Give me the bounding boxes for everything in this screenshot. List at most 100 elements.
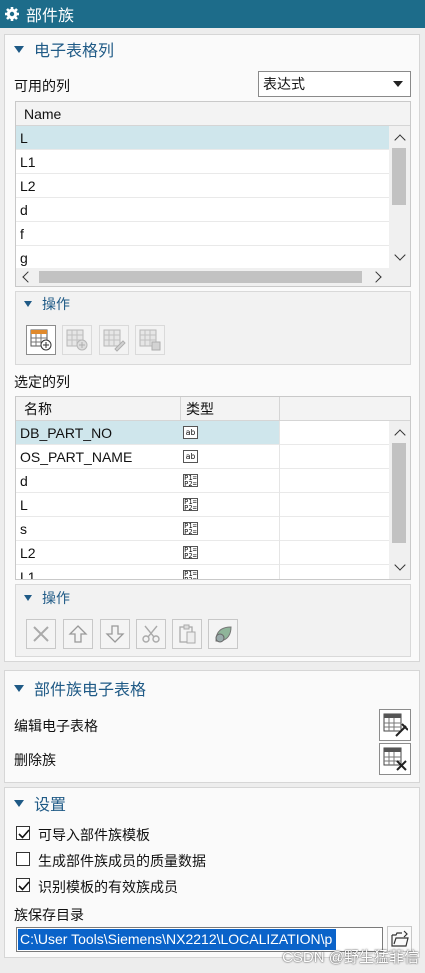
move-down-button[interactable] xyxy=(100,619,130,649)
list-item[interactable]: L xyxy=(16,126,389,150)
edit-spreadsheet-label: 编辑电子表格 xyxy=(14,718,98,734)
scroll-left-icon[interactable] xyxy=(22,271,34,283)
collapse-icon xyxy=(14,799,24,807)
column-header-name[interactable]: Name xyxy=(24,106,61,122)
section-title: 电子表格列 xyxy=(34,43,115,60)
expression-type-icon: P1= P2= xyxy=(183,498,198,511)
leaf-icon xyxy=(215,626,232,643)
table-edit-icon xyxy=(103,329,126,352)
edit-spreadsheet-button[interactable] xyxy=(379,709,411,741)
gear-icon[interactable] xyxy=(4,6,20,22)
scroll-up-icon[interactable] xyxy=(394,429,406,441)
list-item[interactable]: f xyxy=(16,222,389,246)
cell-name: d xyxy=(20,472,28,489)
move-up-button[interactable] xyxy=(63,619,93,649)
cut-button[interactable] xyxy=(136,619,166,649)
part-family-spreadsheet-header[interactable]: 部件族电子表格 xyxy=(14,677,146,699)
cell-divider xyxy=(279,493,280,517)
spreadsheet-edit-icon xyxy=(383,713,408,737)
list-item-label: L2 xyxy=(20,177,36,194)
dropdown-arrow-icon xyxy=(393,81,403,87)
arrow-up-icon xyxy=(68,625,88,643)
check-icon xyxy=(18,881,30,891)
list-item[interactable]: g xyxy=(16,246,389,270)
table-row[interactable]: L2 P1= P2= xyxy=(16,541,389,565)
import-template-label[interactable]: 可导入部件族模板 xyxy=(38,825,150,845)
section-title: 部件族电子表格 xyxy=(34,682,147,699)
scroll-thumb[interactable] xyxy=(392,443,406,543)
table-row[interactable]: L1 P1= P2= xyxy=(16,565,389,580)
cell-divider xyxy=(279,445,280,469)
cell-name: s xyxy=(20,520,27,537)
cell-name: L1 xyxy=(20,568,36,580)
add-column-button[interactable] xyxy=(26,325,56,355)
scroll-down-icon[interactable] xyxy=(394,249,406,261)
collapse-icon xyxy=(14,684,24,692)
horizontal-scrollbar[interactable] xyxy=(16,268,410,286)
expression-type-icon: P1= P2= xyxy=(183,546,198,559)
mass-data-checkbox[interactable] xyxy=(16,852,30,866)
settings-header[interactable]: 设置 xyxy=(14,792,66,814)
vertical-scrollbar[interactable] xyxy=(389,421,410,579)
table-row[interactable]: L P1= P2= xyxy=(16,493,389,517)
table-row[interactable]: d P1= P2= xyxy=(16,469,389,493)
list-item[interactable]: L2 xyxy=(16,174,389,198)
collapse-icon xyxy=(24,595,32,601)
grid-header: Name xyxy=(16,102,410,126)
list-item[interactable]: d xyxy=(16,198,389,222)
property-column-button[interactable] xyxy=(135,325,165,355)
refresh-button[interactable] xyxy=(208,619,238,649)
title-bar: 部件族 xyxy=(0,0,425,28)
scroll-thumb[interactable] xyxy=(392,148,406,205)
table-row[interactable]: s P1= P2= xyxy=(16,517,389,541)
list-item-label: L1 xyxy=(20,153,36,170)
vertical-scrollbar[interactable] xyxy=(389,126,410,270)
valid-members-label[interactable]: 识别模板的有效族成员 xyxy=(38,877,178,897)
header-divider xyxy=(279,397,280,421)
header-divider xyxy=(180,397,181,421)
select-value: 表达式 xyxy=(263,76,305,92)
column-filter-select[interactable]: 表达式 xyxy=(258,71,411,97)
column-header-name[interactable]: 名称 xyxy=(24,399,52,419)
scroll-thumb-horizontal[interactable] xyxy=(39,271,362,283)
spreadsheet-delete-icon xyxy=(383,747,407,771)
insert-column-button[interactable] xyxy=(62,325,92,355)
expression-type-icon: P1= P2= xyxy=(183,570,198,579)
list-item[interactable]: L1 xyxy=(16,150,389,174)
watermark: CSDN @野生猛菲信 xyxy=(282,949,419,966)
import-template-checkbox[interactable] xyxy=(16,826,30,840)
window-title: 部件族 xyxy=(26,8,75,25)
collapse-icon xyxy=(14,45,24,53)
cell-divider xyxy=(279,469,280,493)
cell-name: DB_PART_NO xyxy=(20,424,113,441)
spreadsheet-columns-header[interactable]: 电子表格列 xyxy=(14,38,114,60)
available-columns-label: 可用的列 xyxy=(14,78,70,94)
paste-button[interactable] xyxy=(172,619,202,649)
delete-family-label: 删除族 xyxy=(14,752,56,768)
list-item-label: g xyxy=(20,249,28,266)
scroll-down-icon[interactable] xyxy=(394,559,406,571)
scroll-up-icon[interactable] xyxy=(394,134,406,146)
operations-header[interactable]: 操作 xyxy=(24,294,70,314)
remove-column-button[interactable] xyxy=(26,619,56,649)
list-item-label: d xyxy=(20,201,28,218)
list-item-label: L xyxy=(20,129,28,146)
collapse-icon xyxy=(24,301,32,307)
valid-members-checkbox[interactable] xyxy=(16,878,30,892)
mass-data-label[interactable]: 生成部件族成员的质量数据 xyxy=(38,851,206,871)
table-row[interactable]: DB_PART_NO ab xyxy=(16,421,389,445)
expression-type-icon: P1= P2= xyxy=(183,474,198,487)
delete-family-button[interactable] xyxy=(379,743,411,775)
operations-header-2[interactable]: 操作 xyxy=(24,588,70,608)
save-directory-label: 族保存目录 xyxy=(14,907,84,923)
check-icon xyxy=(18,829,30,839)
table-insert-icon xyxy=(66,329,88,351)
cell-divider xyxy=(279,421,280,445)
cell-name: OS_PART_NAME xyxy=(20,448,133,465)
selected-columns-grid: 名称 类型 DB_PART_NO ab OS_PART_NAME abd P1= P2=… xyxy=(15,396,411,580)
scroll-right-icon[interactable] xyxy=(370,271,382,283)
expression-type-icon: P1= P2= xyxy=(183,522,198,535)
edit-column-button[interactable] xyxy=(99,325,129,355)
table-row[interactable]: OS_PART_NAME ab xyxy=(16,445,389,469)
column-header-type[interactable]: 类型 xyxy=(186,399,214,419)
